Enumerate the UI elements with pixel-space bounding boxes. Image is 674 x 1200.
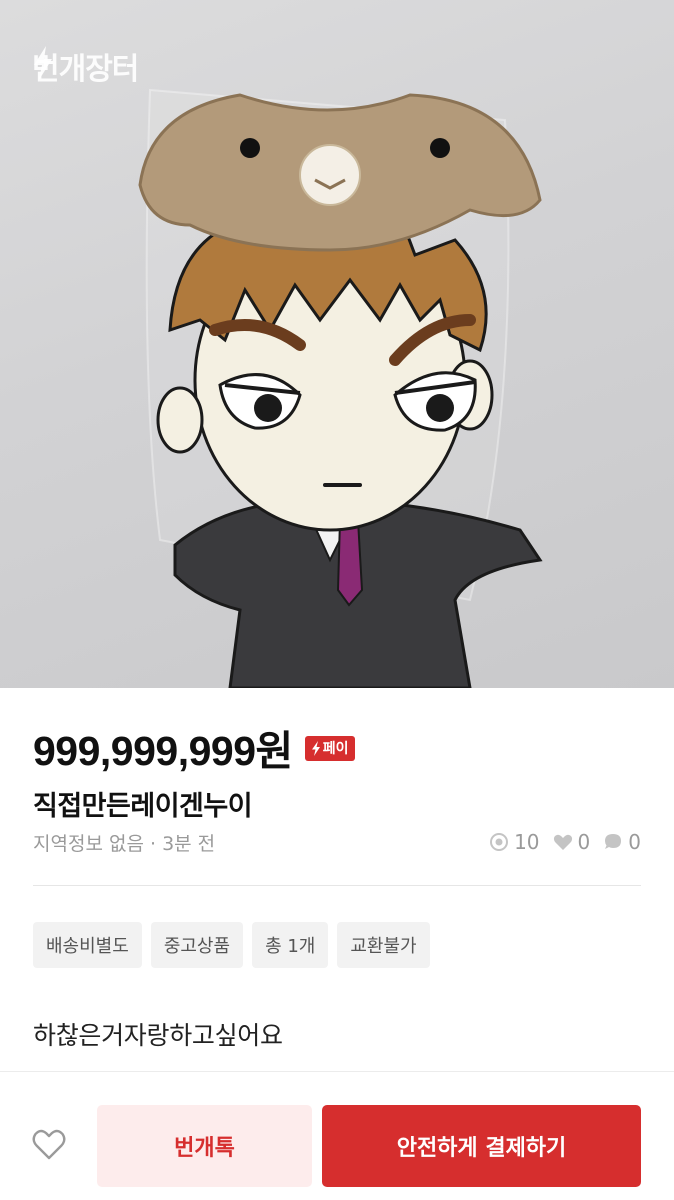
divider xyxy=(33,885,641,886)
view-count: 10 xyxy=(488,830,540,854)
product-title: 직접만든레이겐누이 xyxy=(33,791,253,822)
tag-exchange: 교환불가 xyxy=(337,922,430,968)
pay-badge: 페이 xyxy=(304,735,355,761)
location-time: 지역정보 없음 · 3분 전 xyxy=(33,829,215,856)
plush-doll-illustration xyxy=(138,88,543,688)
watermark: 번개장터 xyxy=(32,46,139,87)
pay-badge-label: 페이 xyxy=(322,741,349,757)
product-description: 하찮은거자랑하고싶어요 xyxy=(33,1021,283,1050)
time-ago: 3분 전 xyxy=(162,832,216,855)
like-button[interactable] xyxy=(30,1125,68,1163)
meta-row: 지역정보 없음 · 3분 전 10 0 0 xyxy=(33,828,641,856)
product-photo[interactable]: 번개장터 xyxy=(0,0,674,688)
bolt-icon xyxy=(34,46,52,80)
eye-icon xyxy=(490,833,509,851)
chat-bubble-icon xyxy=(605,834,622,849)
safe-pay-button[interactable]: 안전하게 결제하기 xyxy=(322,1105,641,1187)
tag-quantity: 총 1개 xyxy=(252,922,329,968)
chat-button[interactable]: 번개톡 xyxy=(97,1105,312,1187)
stats: 10 0 0 xyxy=(488,830,641,854)
bolt-icon xyxy=(311,740,320,756)
like-count: 0 xyxy=(552,830,590,854)
heart-icon xyxy=(553,834,572,850)
price-row: 999,999,999원 페이 xyxy=(33,722,355,774)
tag-list: 배송비별도 중고상품 총 1개 교환불가 xyxy=(33,922,430,968)
chat-count: 0 xyxy=(602,830,641,854)
heart-outline-icon xyxy=(32,1129,66,1160)
meta-separator: · xyxy=(149,832,157,855)
product-detail-page: 번개장터 999,999,999원 페이 직접만든레이겐누이 지역정보 없음 ·… xyxy=(0,0,674,1200)
tag-condition: 중고상품 xyxy=(150,922,244,968)
price: 999,999,999원 xyxy=(33,728,293,774)
location: 지역정보 없음 xyxy=(33,832,144,855)
tag-shipping: 배송비별도 xyxy=(33,922,142,968)
